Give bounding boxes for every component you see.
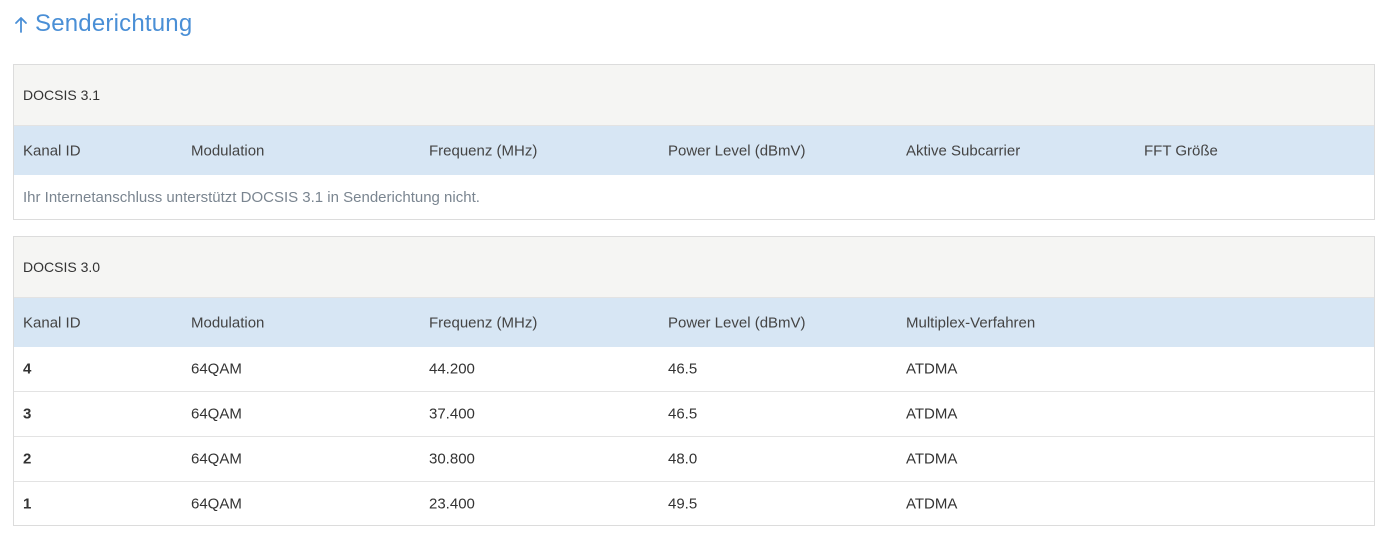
power-level-cell: 48.0 xyxy=(668,450,698,468)
table-row: 3 64QAM 37.400 46.5 ATDMA xyxy=(14,392,1374,437)
docsis31-panel: DOCSIS 3.1 Kanal ID Modulation Frequenz … xyxy=(13,64,1375,220)
power-level-cell: 46.5 xyxy=(668,360,698,378)
docsis31-table-header: Kanal ID Modulation Frequenz (MHz) Power… xyxy=(14,126,1374,175)
table-row: 4 64QAM 44.200 46.5 ATDMA xyxy=(14,347,1374,392)
column-header-power-level: Power Level (dBmV) xyxy=(668,142,806,159)
modulation-cell: 64QAM xyxy=(191,360,242,378)
column-header-aktive-subcarrier: Aktive Subcarrier xyxy=(906,142,1021,159)
arrow-up-icon xyxy=(15,17,27,33)
kanal-id-cell: 4 xyxy=(23,360,32,378)
column-header-frequenz: Frequenz (MHz) xyxy=(429,314,538,331)
column-header-multiplex-verfahren: Multiplex-Verfahren xyxy=(906,314,1036,331)
docsis31-title: DOCSIS 3.1 xyxy=(23,87,101,103)
frequenz-cell: 23.400 xyxy=(429,495,475,513)
docsis30-title: DOCSIS 3.0 xyxy=(23,259,101,275)
multiplex-cell: ATDMA xyxy=(906,405,958,423)
column-header-kanal-id: Kanal ID xyxy=(23,142,81,159)
column-header-kanal-id: Kanal ID xyxy=(23,314,81,331)
modulation-cell: 64QAM xyxy=(191,405,242,423)
column-header-power-level: Power Level (dBmV) xyxy=(668,314,806,331)
power-level-cell: 49.5 xyxy=(668,495,698,513)
table-row: 2 64QAM 30.800 48.0 ATDMA xyxy=(14,437,1374,482)
multiplex-cell: ATDMA xyxy=(906,495,958,513)
modulation-cell: 64QAM xyxy=(191,495,242,513)
column-header-frequenz: Frequenz (MHz) xyxy=(429,142,538,159)
section-title: Senderichtung xyxy=(35,10,193,37)
column-header-fft-groesse: FFT Größe xyxy=(1144,142,1218,159)
docsis30-header: DOCSIS 3.0 xyxy=(14,237,1374,298)
multiplex-cell: ATDMA xyxy=(906,360,958,378)
power-level-cell: 46.5 xyxy=(668,405,698,423)
docsis30-table-header: Kanal ID Modulation Frequenz (MHz) Power… xyxy=(14,298,1374,347)
docsis30-table-body: 4 64QAM 44.200 46.5 ATDMA 3 64QAM 37.400… xyxy=(14,347,1374,526)
column-header-modulation: Modulation xyxy=(191,314,265,331)
multiplex-cell: ATDMA xyxy=(906,450,958,468)
docsis31-header: DOCSIS 3.1 xyxy=(14,65,1374,126)
section-heading[interactable]: Senderichtung xyxy=(13,8,192,40)
docsis30-panel: DOCSIS 3.0 Kanal ID Modulation Frequenz … xyxy=(13,236,1375,526)
frequenz-cell: 30.800 xyxy=(429,450,475,468)
modulation-cell: 64QAM xyxy=(191,450,242,468)
docsis31-not-supported-message: Ihr Internetanschluss unterstützt DOCSIS… xyxy=(23,188,480,206)
frequenz-cell: 37.400 xyxy=(429,405,475,423)
kanal-id-cell: 1 xyxy=(23,495,32,513)
kanal-id-cell: 2 xyxy=(23,450,32,468)
column-header-modulation: Modulation xyxy=(191,142,265,159)
kanal-id-cell: 3 xyxy=(23,405,32,423)
frequenz-cell: 44.200 xyxy=(429,360,475,378)
table-row: 1 64QAM 23.400 49.5 ATDMA xyxy=(14,482,1374,526)
